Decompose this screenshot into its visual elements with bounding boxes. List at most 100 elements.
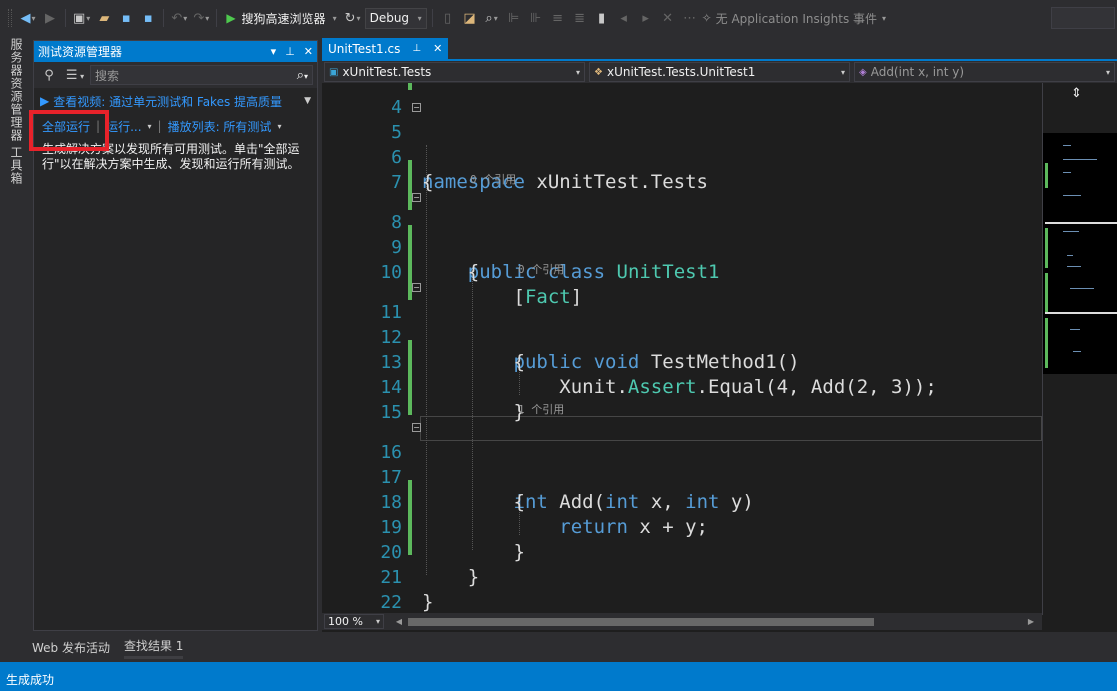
bookmark-next-icon[interactable]: ▸ — [636, 7, 656, 29]
minimap-line — [1063, 172, 1071, 173]
main-toolbar: ◀ ▾ ▶ ▣ ▾ ▰ ▪ ▪ ↶ ▾ ↷ ▾ ▶ 搜狗高速浏览器 ▾ ↻ ▾ Debug… — [0, 0, 1117, 36]
minimap-viewport[interactable] — [1043, 133, 1117, 374]
video-link[interactable]: 查看视频: 通过单元测试和 Fakes 提高质量 — [53, 93, 282, 110]
minimap-change-bar — [1045, 318, 1048, 368]
bookmark-icon[interactable]: ▮ — [592, 7, 612, 29]
line-number: 22 — [380, 592, 402, 613]
list-options-icon[interactable]: ☰ ▾ — [64, 68, 86, 83]
fold-toggle[interactable]: − — [412, 283, 421, 292]
fold-toggle[interactable]: − — [412, 193, 421, 202]
code-line: 7 — [322, 145, 1042, 193]
minimap-change-bar — [1045, 228, 1048, 268]
chevron-down-icon[interactable]: ▾ — [148, 122, 152, 131]
find-icon[interactable]: ⌕ ▾ — [482, 7, 502, 29]
chevron-down-icon: ▾ — [417, 13, 422, 23]
code-line: 17 { — [322, 440, 1042, 513]
search-icon: ⌕▾ — [296, 67, 308, 83]
split-window-icon[interactable]: ⇕ — [1071, 86, 1082, 101]
tab-web-publish[interactable]: Web 发布活动 — [32, 639, 110, 656]
tab-unittest1[interactable]: UnitTest1.cs ⊥ ✕ — [322, 38, 449, 59]
bookmark-prev-icon[interactable]: ◂ — [614, 7, 634, 29]
zoom-select[interactable]: 100 % ▾ — [324, 614, 384, 629]
pin-icon[interactable]: ⊥ — [412, 43, 421, 54]
project-dropdown[interactable]: ▣ xUnitTest.Tests ▾ — [324, 62, 585, 82]
code-minimap[interactable]: ⇕ — [1042, 83, 1117, 615]
pin-icon[interactable]: ⊥ — [285, 45, 295, 58]
chevron-down-icon: ▾ — [882, 13, 887, 23]
code-editor: UnitTest1.cs ⊥ ✕ ▣ xUnitTest.Tests ▾ ❖ xUn… — [322, 38, 1117, 632]
toolbar-grip[interactable] — [8, 9, 12, 27]
align-left-icon[interactable]: ⊫ — [504, 7, 524, 29]
scroll-left-icon[interactable]: ◀ — [392, 617, 406, 626]
chevron-down-icon[interactable]: ▾ — [277, 122, 281, 131]
playlist-link[interactable]: 播放列表: 所有测试 — [168, 118, 272, 135]
scroll-right-icon[interactable]: ▶ — [1024, 617, 1038, 626]
code-text-area[interactable]: 4 5 − namespace xUnitTest.Tests 6 { 7 0 … — [322, 83, 1042, 615]
save-all-icon[interactable]: ▪ — [138, 7, 158, 29]
configuration-value: Debug — [369, 11, 410, 25]
test-search-input[interactable]: 搜索 ⌕▾ — [90, 65, 313, 85]
toolbar-separator — [163, 9, 165, 27]
member-dropdown[interactable]: ◈ Add(int x, int y) ▾ — [854, 62, 1115, 82]
minimap-line — [1070, 288, 1094, 289]
code-line: 20 } — [322, 515, 1042, 588]
comment-icon[interactable]: ≡ — [548, 7, 568, 29]
toolbox-tab[interactable]: 工具箱 — [8, 146, 25, 185]
code-line: 5 − namespace xUnitTest.Tests — [322, 95, 1042, 193]
quick-launch-input[interactable] — [1051, 7, 1115, 29]
code-line: 8 − public class UnitTest1 — [322, 185, 1042, 283]
method-icon: ◈ — [859, 66, 867, 78]
forward-icon[interactable]: ▶ — [40, 7, 60, 29]
navigation-bar: ▣ xUnitTest.Tests ▾ ❖ xUnitTest.Tests.Unit… — [322, 61, 1117, 83]
open-folder-icon[interactable]: ▰ — [94, 7, 114, 29]
refresh-icon[interactable]: ↻ ▾ — [343, 7, 363, 29]
chevron-down-icon[interactable]: ▼ — [304, 96, 311, 106]
insights-icon: ✧ — [701, 11, 712, 25]
document-tabs: UnitTest1.cs ⊥ ✕ — [322, 38, 1117, 61]
divider: | — [157, 119, 162, 133]
device-icon[interactable]: ▯ — [438, 7, 458, 29]
run-target-label: 搜狗高速浏览器 — [241, 11, 326, 26]
configuration-select[interactable]: Debug ▾ — [364, 7, 427, 29]
horizontal-scrollbar-thumb[interactable] — [408, 617, 874, 626]
minimap-line — [1073, 351, 1081, 352]
video-icon: ▶ — [40, 94, 50, 108]
panel-toolbar: ⚲ ☰ ▾ 搜索 ⌕▾ — [34, 62, 317, 88]
code-text: } — [422, 591, 434, 613]
panel-title-bar: 测试资源管理器 ▾ ⊥ ✕ — [34, 41, 317, 62]
application-insights-button[interactable]: ✧ 无 Application Insights 事件 ▾ — [702, 10, 886, 27]
horizontal-scroll-row: 100 % ▾ ◀ ▶ — [322, 613, 1042, 630]
toolbar-separator — [216, 9, 218, 27]
browser-link-icon[interactable]: ◪ — [460, 7, 480, 29]
class-dropdown[interactable]: ❖ xUnitTest.Tests.UnitTest1 ▾ — [589, 62, 850, 82]
minimap-line — [1063, 159, 1097, 160]
new-project-icon[interactable]: ▣ ▾ — [71, 7, 92, 29]
code-line: 6 { — [322, 120, 1042, 193]
window-position-icon[interactable]: ▾ — [271, 45, 277, 58]
redo-icon[interactable]: ↷ ▾ — [191, 7, 211, 29]
uncomment-icon[interactable]: ≣ — [570, 7, 590, 29]
minimap-divider — [1045, 222, 1117, 224]
server-explorer-tab[interactable]: 服务器资源管理器 — [8, 38, 25, 142]
code-line: 4 — [322, 83, 1042, 118]
group-by-icon[interactable]: ⚲ — [38, 68, 60, 83]
bookmark-clear-icon[interactable]: ✕ — [658, 7, 678, 29]
start-debug-button[interactable]: ▶ 搜狗高速浏览器 ▾ — [222, 7, 340, 29]
close-icon[interactable]: ✕ — [304, 45, 313, 58]
close-icon[interactable]: ✕ — [433, 42, 442, 55]
run-link[interactable]: 运行... — [106, 118, 141, 135]
fold-toggle[interactable]: − — [412, 423, 421, 432]
minimap-line — [1063, 195, 1081, 196]
align-right-icon[interactable]: ⊪ — [526, 7, 546, 29]
chevron-down-icon: ▾ — [375, 617, 380, 626]
tab-find-results[interactable]: 查找结果 1 — [123, 637, 184, 659]
save-icon[interactable]: ▪ — [116, 7, 136, 29]
fold-toggle[interactable]: − — [412, 103, 421, 112]
code-line: 14 } — [322, 350, 1042, 423]
toolbar-overflow-icon[interactable]: ⋯ — [680, 7, 700, 29]
undo-icon[interactable]: ↶ ▾ — [169, 7, 189, 29]
code-line: 16 − int Add(int x, int y) — [322, 415, 1042, 513]
code-line: 22 — [322, 565, 1042, 613]
search-placeholder: 搜索 — [95, 68, 120, 83]
back-icon[interactable]: ◀ ▾ — [18, 7, 38, 29]
